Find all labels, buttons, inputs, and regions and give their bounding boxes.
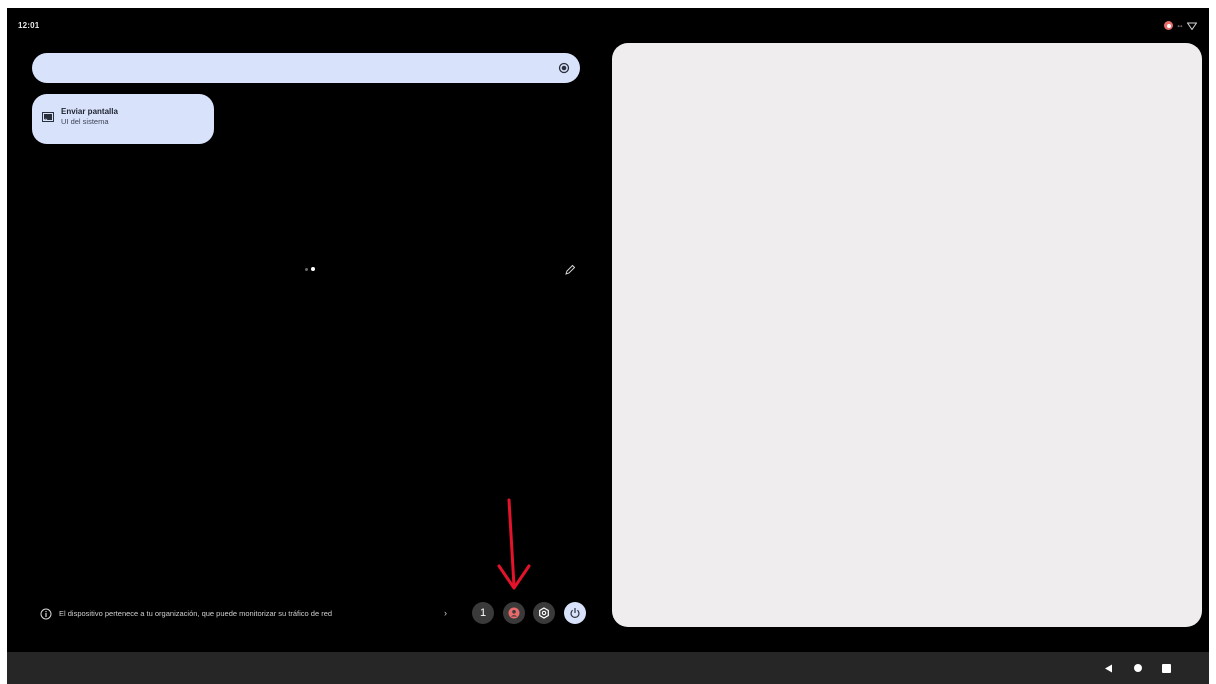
navigation-bar — [7, 652, 1209, 684]
screen-record-icon — [1164, 21, 1173, 30]
page-dot-inactive — [305, 267, 308, 271]
back-icon[interactable] — [1104, 664, 1113, 673]
brightness-icon — [558, 62, 570, 74]
recents-icon[interactable] — [1162, 664, 1171, 673]
power-button[interactable] — [564, 602, 586, 624]
user-switcher-icon — [508, 607, 520, 619]
settings-icon — [539, 607, 549, 619]
info-icon — [40, 608, 52, 620]
pencil-icon[interactable] — [564, 264, 576, 276]
device-screen: 12:01 ⇔ Enviar pantalla UI del sistema E… — [7, 8, 1209, 684]
chevron-right-icon[interactable]: › — [444, 608, 447, 618]
settings-button[interactable] — [533, 602, 555, 624]
cast-screen-tile[interactable]: Enviar pantalla UI del sistema — [32, 94, 214, 144]
status-time: 12:01 — [18, 21, 40, 30]
wifi-icon — [1187, 22, 1197, 30]
data-sync-icon: ⇔ — [1176, 21, 1184, 30]
device-management-message[interactable]: El dispositivo pertenece a tu organizaci… — [59, 609, 332, 618]
annotation-arrow — [497, 498, 531, 590]
notification-shade-panel — [612, 43, 1202, 627]
page-indicator — [305, 267, 315, 271]
cast-icon — [42, 112, 54, 122]
status-icons: ⇔ — [1164, 21, 1197, 30]
notification-count-button[interactable]: 1 — [472, 602, 494, 624]
page-dot-active — [311, 267, 315, 271]
tile-label: Enviar pantalla — [61, 107, 118, 116]
tile-sublabel: UI del sistema — [61, 117, 109, 126]
brightness-slider[interactable] — [32, 53, 580, 83]
home-icon[interactable] — [1134, 664, 1142, 672]
user-switcher-button[interactable] — [503, 602, 525, 624]
power-icon — [570, 608, 580, 618]
